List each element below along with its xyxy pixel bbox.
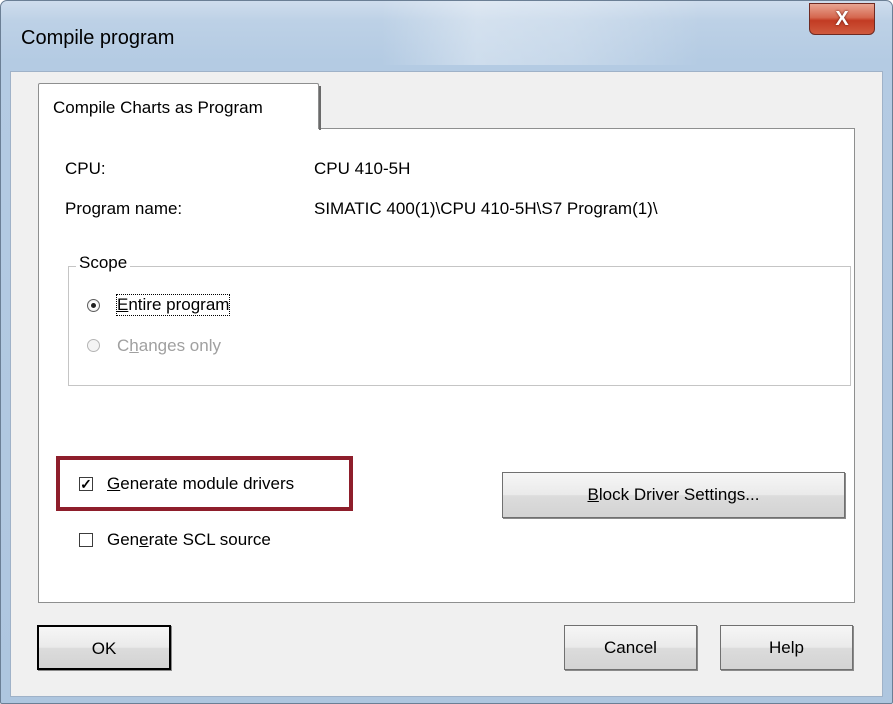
block-driver-settings-button[interactable]: Block Driver Settings... [502, 472, 845, 518]
radio-changes-only[interactable] [87, 339, 100, 352]
ok-label: OK [91, 639, 117, 658]
label-prefix: Gen [107, 530, 140, 549]
title-bar[interactable]: Compile program X [1, 1, 892, 71]
label-rest: rate SCL source [148, 530, 271, 549]
mnemonic-e: E [117, 295, 129, 314]
cpu-label: CPU: [65, 159, 106, 178]
radio-entire-program[interactable] [87, 299, 100, 312]
generate-scl-source-checkbox[interactable] [79, 533, 93, 547]
label-prefix: C [117, 336, 130, 355]
mnemonic-h: h [129, 336, 139, 355]
label-rest: anges only [138, 336, 221, 355]
scope-groupbox [68, 266, 851, 386]
window-title: Compile program [21, 27, 175, 49]
button-label-rest: lock Driver Settings... [598, 485, 760, 504]
tab-edge [319, 86, 321, 130]
help-label: Help [769, 638, 804, 657]
cpu-value: CPU 410-5H [314, 159, 411, 178]
label-rest: ntire program [128, 295, 230, 314]
generate-module-drivers-label[interactable]: Generate module drivers [107, 474, 294, 494]
radio-selected-dot [91, 303, 96, 308]
dialog-client-area: Compile Charts as Program CPU: CPU 410-5… [10, 71, 883, 697]
program-name-label: Program name: [65, 199, 183, 218]
cancel-button[interactable]: Cancel [564, 625, 697, 670]
cancel-label: Cancel [604, 638, 657, 657]
scope-title: Scope [76, 253, 131, 273]
close-button[interactable]: X [809, 3, 875, 35]
compile-program-dialog: Compile program X Compile Charts as Prog… [0, 0, 893, 704]
title-bar-glass [381, 1, 701, 65]
program-name-value: SIMATIC 400(1)\CPU 410-5H\S7 Program(1)\ [314, 199, 658, 218]
generate-scl-source-label[interactable]: Generate SCL source [107, 530, 271, 550]
tab-compile-charts-as-program[interactable]: Compile Charts as Program [38, 83, 321, 130]
label-rest: enerate module drivers [120, 474, 295, 493]
radio-entire-program-label[interactable]: Entire program [115, 294, 231, 316]
help-button[interactable]: Help [720, 625, 853, 670]
mnemonic-b: B [587, 485, 599, 504]
tab-panel: CPU: CPU 410-5H Program name: SIMATIC 40… [38, 128, 855, 603]
generate-module-drivers-checkbox[interactable]: ✓ [79, 477, 93, 491]
mnemonic-e: e [139, 530, 149, 549]
tab-label: Compile Charts as Program [53, 98, 263, 117]
close-icon: X [835, 8, 849, 30]
ok-button[interactable]: OK [37, 625, 171, 670]
mnemonic-g: G [107, 474, 121, 493]
radio-changes-only-label[interactable]: Changes only [117, 336, 221, 356]
